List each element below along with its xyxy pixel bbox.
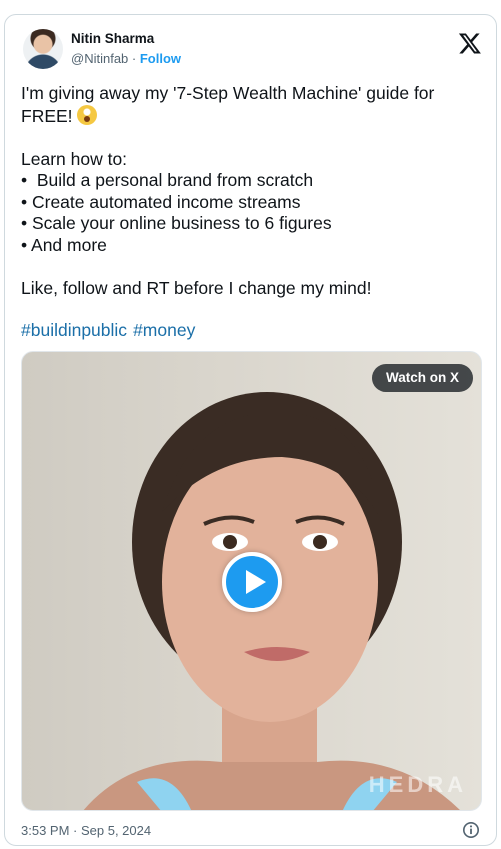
bullet-item: • Build a personal brand from scratch <box>21 170 314 190</box>
follow-button[interactable]: Follow <box>140 51 181 66</box>
hashtags: #buildinpublic #money <box>21 320 201 341</box>
watch-on-x-button[interactable]: Watch on X <box>372 364 473 392</box>
video-player[interactable]: Watch on X HEDRA <box>21 351 482 811</box>
watermark: HEDRA <box>368 772 467 797</box>
exploding-head-emoji-icon <box>77 104 98 125</box>
tweet-header: Nitin Sharma @Nitinfab · Follow <box>17 27 484 75</box>
play-icon[interactable] <box>222 552 282 612</box>
handle-row: @Nitinfab · Follow <box>71 51 181 66</box>
hashtag-link[interactable]: #money <box>133 320 195 340</box>
x-logo-icon[interactable] <box>458 31 482 55</box>
tweet-card: Nitin Sharma @Nitinfab · Follow I'm givi… <box>4 14 497 846</box>
tweet-intro: Learn how to: <box>21 148 128 169</box>
hashtag-link[interactable]: #buildinpublic <box>21 320 127 340</box>
bullet-item: • Scale your online business to 6 figure… <box>21 213 332 233</box>
bullet-item: • Create automated income streams <box>21 191 301 212</box>
author-handle[interactable]: @Nitinfab <box>71 51 128 66</box>
tweet-cta: Like, follow and RT before I change my m… <box>21 277 372 298</box>
author-name[interactable]: Nitin Sharma <box>71 31 154 46</box>
tweet-text: I'm giving away my '7-Step Wealth Machin… <box>21 83 481 299</box>
avatar[interactable] <box>23 29 63 69</box>
tweet-line-2: FREE! <box>21 105 78 126</box>
handle-separator: · <box>128 51 140 66</box>
timestamp[interactable]: 3:53 PM · Sep 5, 2024 <box>21 823 151 838</box>
bullet-item: • And more <box>21 234 107 255</box>
info-icon[interactable] <box>462 821 480 839</box>
tweet-line-1: I'm giving away my '7-Step Wealth Machin… <box>21 83 435 103</box>
